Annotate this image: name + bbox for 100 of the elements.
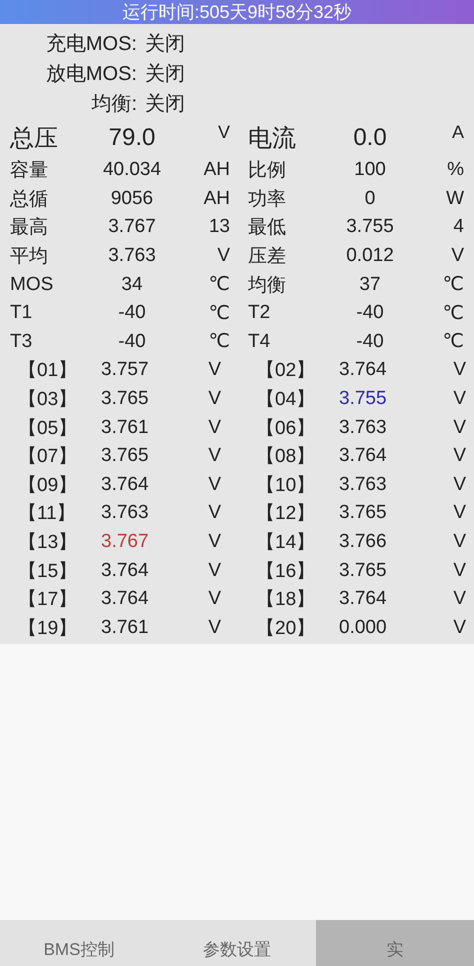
metric-unit: 13 [208,216,230,238]
cell-unit: V [453,616,466,639]
metric-value: 0 [364,188,376,210]
cell-voltage: 3.764 [339,359,388,382]
metric-label: T4 [248,330,272,353]
metric-label: 最高 [10,216,49,240]
cell-voltage: 3.764 [101,560,150,582]
status-value: 关闭 [145,62,186,86]
cell-voltage: 3.764 [339,588,388,610]
cell-number: 【17】 [18,588,78,612]
metric-unit: V [216,245,230,268]
cell-voltage: 3.766 [339,531,388,554]
cell-unit: V [208,388,221,410]
metric-unit: W [445,188,464,210]
metric-unit: V [216,122,230,143]
cell-unit: V [208,359,221,382]
status-label: 均衡: [91,92,138,116]
metric-unit: A [450,122,464,143]
cell-voltage: 3.763 [339,416,388,439]
status-label: 放电MOS: [46,62,138,86]
metric-label: 比例 [248,159,287,184]
metric-value: 3.767 [107,216,157,238]
cell-voltage: 3.761 [101,416,150,439]
metric-label: 总压 [10,124,59,154]
cell-unit: V [453,359,466,382]
metric-value: 3.763 [107,245,157,268]
metric-label: 容量 [10,159,49,184]
cell-voltage: 3.764 [339,445,388,468]
cell-unit: V [208,474,221,496]
metric-unit: V [450,245,464,268]
metric-label: T2 [248,302,272,324]
cell-number: 【08】 [256,445,316,470]
metric-unit: 4 [452,216,464,238]
status-value: 关闭 [145,92,186,116]
cell-voltage: 3.765 [101,445,150,468]
cell-voltage: 3.765 [339,560,388,582]
cell-number: 【11】 [18,502,77,526]
metric-value: 40.034 [102,159,162,182]
cell-voltage: 3.755 [339,388,388,410]
cell-unit: V [208,588,221,610]
cell-unit: V [208,416,221,439]
metric-label: 平均 [10,245,49,270]
cell-unit: V [208,502,221,524]
cell-voltage: 3.765 [101,388,150,410]
metric-value: 9056 [110,188,154,210]
cell-voltage: 3.764 [101,474,150,496]
metric-unit: % [446,159,464,182]
cell-unit: V [453,388,466,410]
cell-unit: V [453,531,466,554]
cell-unit: V [208,560,221,582]
metric-value: -40 [355,330,385,353]
cell-number: 【19】 [18,616,78,641]
metric-value: 37 [358,274,382,296]
cell-number: 【13】 [18,531,78,556]
status-label: 充电MOS: [46,32,138,56]
metric-unit: ℃ [442,302,464,325]
cell-number: 【14】 [256,531,316,556]
cell-unit: V [453,588,466,610]
metric-unit: ℃ [208,273,230,296]
metric-value: 0.0 [352,124,388,152]
cell-unit: V [208,531,221,554]
cell-unit: V [208,616,221,639]
metric-label: 电流 [248,124,297,154]
cell-number: 【05】 [18,416,78,441]
runtime-text: 运行时间:505天9时58分32秒 [122,1,352,24]
cell-number: 【12】 [256,502,316,526]
metric-value: 3.755 [345,216,395,238]
metric-value: -40 [355,302,385,324]
cell-number: 【03】 [18,388,78,412]
cell-voltage: 3.765 [339,502,388,524]
metric-unit: ℃ [208,330,230,354]
cell-number: 【18】 [256,588,316,612]
cell-unit: V [453,560,466,582]
cell-number: 【16】 [256,560,316,584]
metric-value: 0.012 [345,245,395,268]
cell-number: 【09】 [18,474,78,498]
metric-value: -40 [117,302,147,324]
cell-number: 【04】 [256,388,316,412]
cell-voltage: 3.763 [339,474,388,496]
cell-voltage: 3.767 [101,531,150,554]
cell-voltage: 3.764 [101,588,150,610]
cell-unit: V [208,445,221,468]
cell-number: 【07】 [18,445,78,470]
metric-label: 最低 [248,216,287,240]
tab[interactable]: 实 [316,920,474,966]
metric-value: 79.0 [108,124,156,152]
cell-number: 【06】 [256,416,316,441]
cell-number: 【20】 [256,616,316,641]
metric-label: 压差 [248,245,287,270]
cell-unit: V [453,502,466,524]
metric-unit: AH [202,159,230,182]
metric-unit: ℃ [442,330,464,354]
cell-number: 【01】 [18,359,78,384]
status-value: 关闭 [145,32,186,56]
cell-number: 【02】 [256,359,316,384]
metric-label: 均衡 [248,274,287,298]
cell-unit: V [453,416,466,439]
metric-label: T1 [10,302,34,324]
metric-value: -40 [117,330,147,353]
cell-voltage: 3.761 [101,616,150,639]
